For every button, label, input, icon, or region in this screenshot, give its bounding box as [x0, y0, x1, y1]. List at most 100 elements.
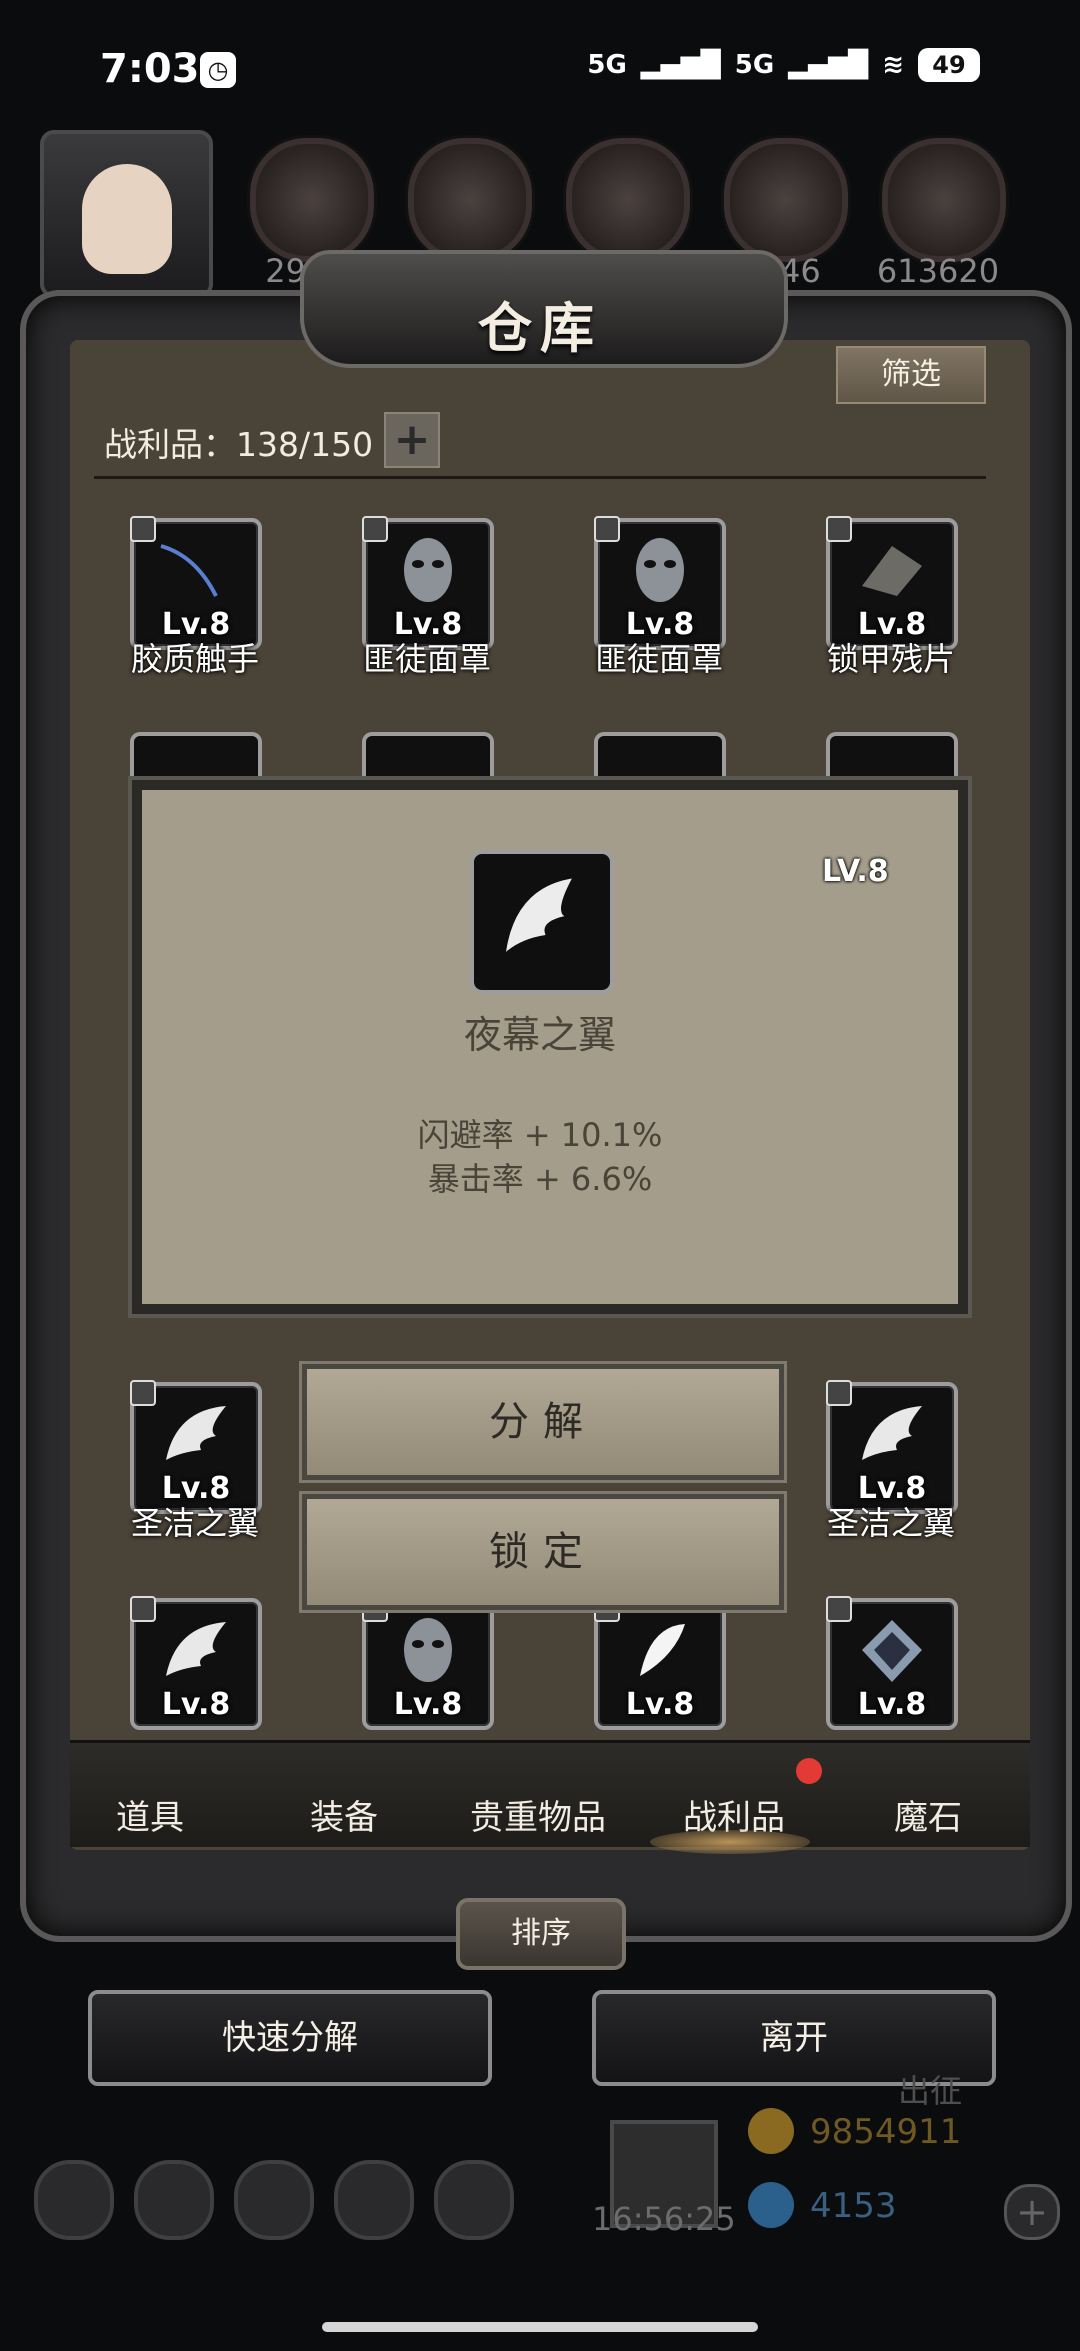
lock-icon: [594, 516, 620, 542]
sort-button[interactable]: 排序: [456, 1898, 626, 1970]
inventory-item[interactable]: Lv.8: [826, 1596, 958, 1730]
tab-equipment[interactable]: 装备: [244, 1790, 444, 1839]
inventory-item[interactable]: Lv.8 匪徒面罩: [594, 516, 726, 678]
item-level: Lv.8: [625, 1687, 695, 1722]
popup-item-frame: [470, 850, 614, 994]
mask-icon: [404, 538, 452, 602]
gold-amount: 9854911: [810, 2112, 962, 2152]
popup-stat-dodge: 闪避率 + 10.1%: [417, 1116, 663, 1154]
lock-button[interactable]: 锁定: [302, 1494, 784, 1610]
signal-icon: ▂▄▆█: [788, 50, 869, 80]
item-frame: Lv.8: [130, 516, 262, 650]
lock-icon: [130, 1596, 156, 1622]
home-indicator[interactable]: [322, 2322, 758, 2332]
tab-items[interactable]: 道具: [50, 1790, 250, 1839]
popup-stat-crit: 暴击率 + 6.6%: [427, 1160, 653, 1198]
meat-resource-icon[interactable]: [250, 138, 374, 262]
lock-icon: [130, 1380, 156, 1406]
rabbit-avatar-icon: [82, 164, 172, 274]
item-frame: Lv.8: [130, 1596, 262, 1730]
inventory-item[interactable]: Lv.8 圣洁之翼: [826, 1380, 958, 1542]
popup-item-level: LV.8: [822, 854, 889, 889]
lock-icon: [826, 1380, 852, 1406]
wood-resource-icon[interactable]: [408, 138, 532, 262]
battery-indicator: 49: [918, 48, 980, 82]
feather-icon: [640, 1624, 685, 1676]
inventory-item[interactable]: Lv.8: [130, 1596, 262, 1730]
panel-title: 仓库: [478, 297, 602, 360]
divider: [94, 476, 986, 479]
wing-icon: [862, 1406, 922, 1460]
wifi-icon: ≋: [882, 50, 904, 80]
inventory-item[interactable]: Lv.8 圣洁之翼: [130, 1380, 262, 1542]
badge-icon: [862, 1620, 922, 1682]
add-capacity-button[interactable]: +: [384, 412, 440, 468]
mask-icon: [636, 538, 684, 602]
item-frame: Lv.8: [826, 516, 958, 650]
wing-icon: [166, 1622, 226, 1676]
mask-icon: [404, 1618, 452, 1682]
gold-coin-icon: [748, 2108, 794, 2154]
player-avatar[interactable]: [40, 130, 213, 298]
menu-icon[interactable]: [234, 2160, 314, 2240]
filter-button[interactable]: 筛选: [836, 346, 986, 404]
item-frame: Lv.8: [130, 1380, 262, 1514]
inventory-item[interactable]: Lv.8: [594, 1596, 726, 1730]
wing-icon: [506, 878, 572, 952]
tab-valuables[interactable]: 贵重物品: [438, 1790, 638, 1839]
notification-dot: [796, 1758, 822, 1784]
status-time: 7:03: [100, 46, 200, 92]
item-name: 匪徒面罩: [594, 640, 723, 678]
lock-icon: [826, 1596, 852, 1622]
inventory-item[interactable]: Lv.8 匪徒面罩: [362, 516, 494, 678]
popup-item-name: 夜幕之翼: [463, 1013, 616, 1057]
item-frame: Lv.8: [594, 1596, 726, 1730]
inventory-item[interactable]: [362, 732, 494, 786]
inventory-item[interactable]: Lv.8 锁甲残片: [826, 516, 958, 678]
active-tab-indicator: [650, 1830, 810, 1854]
item-frame: Lv.8: [362, 1596, 494, 1730]
inventory-item[interactable]: [826, 732, 958, 786]
gem-icon: [748, 2182, 794, 2228]
inventory-item[interactable]: Lv.8: [362, 1596, 494, 1730]
resource-value: 613620: [876, 252, 1000, 290]
item-frame: Lv.8: [594, 516, 726, 650]
item-name: 圣洁之翼: [130, 1504, 259, 1542]
tentacle-icon: [160, 544, 218, 597]
item-frame: Lv.8: [362, 516, 494, 650]
inventory-item[interactable]: [130, 732, 262, 786]
item-frame: Lv.8: [826, 1596, 958, 1730]
stone-resource-icon[interactable]: [566, 138, 690, 262]
tab-magic-stone[interactable]: 魔石: [828, 1790, 1028, 1839]
gem-amount: 4153: [810, 2186, 897, 2226]
inventory-item[interactable]: [594, 732, 726, 786]
network-label-2: 5G: [734, 50, 775, 80]
signal-icon: ▂▄▆█: [640, 50, 721, 80]
lock-icon: [826, 516, 852, 542]
menu-icon[interactable]: [134, 2160, 214, 2240]
menu-icon[interactable]: [334, 2160, 414, 2240]
loot-count: 战利品：138/150: [104, 425, 374, 464]
menu-icon[interactable]: [434, 2160, 514, 2240]
expedition-label[interactable]: 出征: [898, 2066, 962, 2112]
wing-icon: [166, 1406, 226, 1460]
status-indicators: 5G ▂▄▆█ 5G ▂▄▆█ ≋ 49: [587, 48, 980, 82]
decompose-button[interactable]: 分解: [302, 1364, 784, 1480]
chainmail-icon: [862, 546, 922, 596]
item-name: 锁甲残片: [826, 640, 955, 678]
lock-icon: [130, 516, 156, 542]
add-currency-button[interactable]: +: [1004, 2184, 1060, 2240]
crystal-resource-icon[interactable]: [724, 138, 848, 262]
lock-icon: [362, 516, 388, 542]
item-level: Lv.8: [393, 1687, 463, 1722]
settings-icon[interactable]: [34, 2160, 114, 2240]
item-level: Lv.8: [857, 1687, 927, 1722]
gift-timer: 16:56:25: [592, 2200, 736, 2238]
item-frame: Lv.8: [826, 1380, 958, 1514]
clock-icon: ◷: [200, 52, 236, 88]
inventory-item[interactable]: Lv.8 胶质触手: [130, 516, 262, 678]
quick-decompose-button[interactable]: 快速分解: [88, 1990, 492, 2086]
iron-resource-icon[interactable]: [882, 138, 1006, 262]
item-level: Lv.8: [161, 1687, 231, 1722]
item-name: 圣洁之翼: [826, 1504, 955, 1542]
